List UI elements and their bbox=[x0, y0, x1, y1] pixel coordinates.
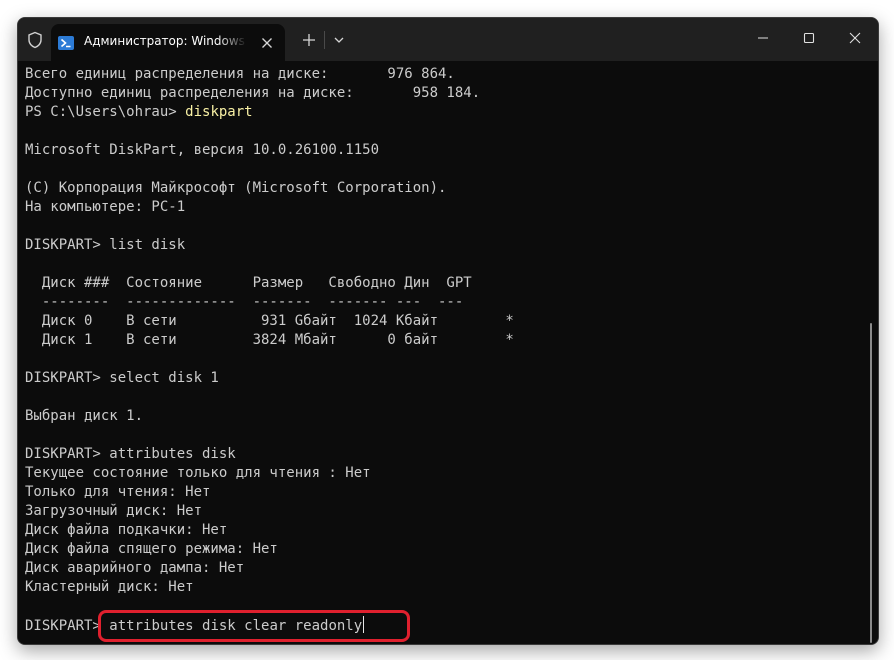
maximize-button[interactable] bbox=[786, 18, 832, 58]
console-line: Доступно единиц распределения на диске: … bbox=[25, 85, 481, 101]
tab-close-icon[interactable] bbox=[257, 33, 277, 53]
minimize-button[interactable] bbox=[740, 18, 786, 58]
console-line: Всего единиц распределения на диске: 976… bbox=[25, 66, 455, 82]
console-line: Выбран диск 1. bbox=[25, 408, 144, 424]
highlight-annotation bbox=[98, 610, 410, 642]
prompt-text: DISKPART> bbox=[25, 618, 110, 634]
terminal-window: Администратор: Windows PowerShell bbox=[17, 17, 879, 645]
powershell-icon bbox=[58, 35, 74, 51]
close-button[interactable] bbox=[832, 18, 878, 58]
disk-table-row: Диск 1 В сети 3824 Мбайт 0 байт * bbox=[25, 332, 514, 348]
prompt-text: PS C:\Users\ohrau> bbox=[25, 104, 186, 120]
profile-dropdown-button[interactable] bbox=[329, 30, 349, 50]
shield-icon bbox=[26, 31, 44, 49]
scrollbar[interactable] bbox=[870, 323, 872, 643]
console-line: Загрузочный диск: Нет bbox=[25, 503, 203, 519]
close-icon bbox=[849, 32, 861, 44]
console-line: DISKPART> select disk 1 bbox=[25, 370, 219, 386]
console-line: DISKPART> attributes disk bbox=[25, 446, 236, 462]
disk-table-rule: -------- ------------- ------- ------- -… bbox=[25, 294, 464, 310]
disk-table-header: Диск ### Состояние Размер Свободно Дин G… bbox=[25, 275, 472, 291]
tab-title: Администратор: Windows PowerShell bbox=[84, 34, 247, 48]
tab-separator bbox=[324, 31, 325, 49]
console-line: Microsoft DiskPart, версия 10.0.26100.11… bbox=[25, 142, 380, 158]
console-line: DISKPART> list disk bbox=[25, 237, 186, 253]
console-line: На компьютере: PC-1 bbox=[25, 199, 186, 215]
console-line: Диск файла спящего режима: Нет bbox=[25, 541, 278, 557]
plus-icon bbox=[303, 34, 315, 46]
minimize-icon bbox=[758, 37, 768, 39]
console-line: Диск аварийного дампа: Нет bbox=[25, 560, 245, 576]
console-line: Только для чтения: Нет bbox=[25, 484, 211, 500]
disk-table-row: Диск 0 В сети 931 Gбайт 1024 Кбайт * bbox=[25, 313, 514, 329]
console-line-prompt: PS C:\Users\ohrau> diskpart bbox=[25, 103, 253, 122]
console-line: (C) Корпорация Майкрософт (Microsoft Cor… bbox=[25, 180, 447, 196]
maximize-icon bbox=[803, 32, 815, 44]
tab-powershell[interactable]: Администратор: Windows PowerShell bbox=[51, 24, 285, 61]
console-output[interactable]: Всего единиц распределения на диске: 976… bbox=[18, 61, 878, 644]
new-tab-button[interactable] bbox=[299, 30, 319, 50]
command-text: diskpart bbox=[185, 104, 253, 120]
console-line: Текущее состояние только для чтения : Не… bbox=[25, 465, 371, 481]
console-line: Диск файла подкачки: Нет bbox=[25, 522, 228, 538]
title-bar[interactable]: Администратор: Windows PowerShell bbox=[18, 18, 878, 61]
console-line: Кластерный диск: Нет bbox=[25, 579, 194, 595]
chevron-down-icon bbox=[334, 37, 344, 43]
